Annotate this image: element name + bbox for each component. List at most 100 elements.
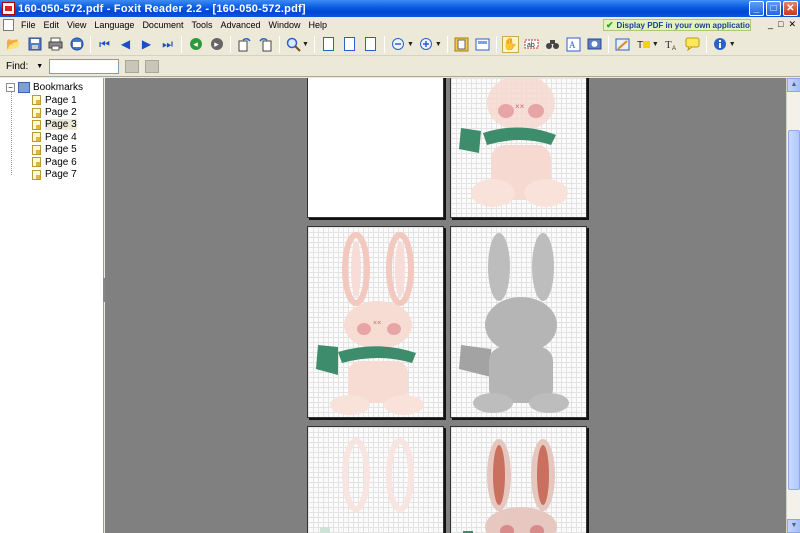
bookmark-page-4[interactable]: Page 4 <box>32 131 77 143</box>
bookmark-page-7[interactable]: Page 7 <box>32 168 77 180</box>
image-tool-icon[interactable] <box>586 36 603 53</box>
note-icon[interactable] <box>684 36 701 53</box>
menu-edit[interactable]: Edit <box>40 20 64 30</box>
info-dropdown-icon[interactable]: ▼ <box>729 41 736 48</box>
toolbar-separator <box>607 35 609 53</box>
maximize-button[interactable]: □ <box>766 1 781 16</box>
highlighter-dropdown-icon[interactable]: ▼ <box>652 41 659 48</box>
document-window-controls: _ □ ✕ <box>768 19 796 30</box>
single-page-icon[interactable] <box>453 36 470 53</box>
find-options-dropdown-icon[interactable]: ▼ <box>36 63 43 70</box>
zoom-out-icon[interactable] <box>390 36 407 53</box>
find-label: Find: <box>6 61 29 72</box>
toolbar-separator <box>313 35 315 53</box>
menu-language[interactable]: Language <box>90 20 138 30</box>
pdf-page-grey-bunny <box>450 226 587 418</box>
snapshot-icon[interactable] <box>544 36 561 53</box>
print-icon[interactable] <box>47 36 64 53</box>
find-input[interactable] <box>49 59 120 74</box>
pencil-icon[interactable] <box>614 36 631 53</box>
next-page-icon[interactable]: ▶ <box>138 36 155 53</box>
bookmark-label: Page 3 <box>45 119 77 131</box>
email-icon[interactable] <box>68 36 85 53</box>
scroll-thumb[interactable] <box>788 130 800 490</box>
menu-bar: File Edit View Language Document Tools A… <box>0 17 800 33</box>
pdf-page-pink-bunny: ×× <box>307 226 444 418</box>
bookmark-label: Page 2 <box>45 107 77 119</box>
zoom-out-dropdown-icon[interactable]: ▼ <box>407 41 414 48</box>
highlighter-icon[interactable]: T <box>635 36 652 53</box>
last-page-icon[interactable]: ⏭ <box>159 36 176 53</box>
ad-banner[interactable]: ✔ Display PDF in your own applications <box>603 19 751 31</box>
bookmarks-panel: − Bookmarks Page 1 Page 2 Page 3 Page 4 … <box>0 78 104 533</box>
bookmark-page-icon <box>32 119 41 130</box>
document-viewer[interactable]: ×× ×× <box>105 78 786 533</box>
svg-text:A: A <box>672 46 676 51</box>
bookmark-page-icon <box>32 95 41 106</box>
minimize-button[interactable]: _ <box>749 1 764 16</box>
main-toolbar: 📂 ⏮ ◀ ▶ ⏭ ◂ ▸ ▼ ▼ ▼ ✋ ab A T ▼ TA ▼ <box>0 33 800 56</box>
menu-view[interactable]: View <box>63 20 90 30</box>
zoom-icon[interactable] <box>285 36 302 53</box>
close-button[interactable]: ✕ <box>783 1 798 16</box>
bookmark-page-icon <box>32 157 41 168</box>
info-icon[interactable] <box>712 36 729 53</box>
doc-close-button[interactable]: ✕ <box>788 19 796 30</box>
find-previous-button[interactable] <box>125 60 140 73</box>
fit-width-icon[interactable] <box>362 36 379 53</box>
hand-tool-icon[interactable]: ✋ <box>501 35 519 53</box>
first-page-icon[interactable]: ⏮ <box>96 36 113 53</box>
select-text-icon[interactable]: ab <box>523 36 540 53</box>
go-back-icon[interactable]: ◂ <box>187 36 204 53</box>
bookmark-page-1[interactable]: Page 1 <box>32 94 77 106</box>
vertical-scrollbar[interactable]: ▲ ▼ <box>786 78 800 533</box>
find-icon[interactable]: A <box>565 36 582 53</box>
previous-page-icon[interactable]: ◀ <box>117 36 134 53</box>
bookmark-page-icon <box>32 107 41 118</box>
rotate-right-icon[interactable] <box>257 36 274 53</box>
pdf-page-pink-bunny-top: ×× <box>450 78 587 218</box>
menu-help[interactable]: Help <box>305 20 332 30</box>
zoom-dropdown-icon[interactable]: ▼ <box>302 41 309 48</box>
bookmark-label: Page 7 <box>45 169 77 181</box>
continuous-icon[interactable] <box>474 36 491 53</box>
bookmarks-root[interactable]: − Bookmarks <box>6 82 83 93</box>
open-icon[interactable]: 📂 <box>5 36 22 53</box>
zoom-in-dropdown-icon[interactable]: ▼ <box>435 41 442 48</box>
bookmark-page-5[interactable]: Page 5 <box>32 144 77 156</box>
menu-window[interactable]: Window <box>265 20 305 30</box>
collapse-toggle-icon[interactable]: − <box>6 83 15 92</box>
tree-connector-line <box>11 91 12 175</box>
pdf-page-blank <box>307 78 444 218</box>
save-icon[interactable] <box>26 36 43 53</box>
doc-restore-button[interactable]: □ <box>778 19 783 30</box>
bookmark-page-icon <box>32 132 41 143</box>
find-next-button[interactable] <box>145 60 160 73</box>
zoom-in-icon[interactable] <box>418 36 435 53</box>
menu-document[interactable]: Document <box>138 20 187 30</box>
doc-minimize-button[interactable]: _ <box>768 19 773 30</box>
rotate-left-icon[interactable] <box>236 36 253 53</box>
bookmark-page-icon <box>32 169 41 180</box>
bookmark-page-3[interactable]: Page 3 <box>32 119 77 131</box>
pdf-page-red-bunny <box>450 426 587 533</box>
go-forward-icon[interactable]: ▸ <box>208 36 225 53</box>
toolbar-separator <box>495 35 497 53</box>
bookmark-page-6[interactable]: Page 6 <box>32 156 77 168</box>
scroll-down-button[interactable]: ▼ <box>787 519 800 533</box>
toolbar-separator <box>383 35 385 53</box>
scroll-up-button[interactable]: ▲ <box>787 78 800 92</box>
menu-tools[interactable]: Tools <box>187 20 216 30</box>
menu-file[interactable]: File <box>17 20 40 30</box>
bookmark-label: Page 4 <box>45 131 77 143</box>
fit-page-icon[interactable] <box>341 36 358 53</box>
window-title: 160-050-572.pdf - Foxit Reader 2.2 - [16… <box>18 2 306 15</box>
menu-advanced[interactable]: Advanced <box>216 20 264 30</box>
bookmark-label: Page 5 <box>45 144 77 156</box>
svg-text:T: T <box>637 40 643 51</box>
typewriter-icon[interactable]: TA <box>663 36 680 53</box>
bookmark-page-icon <box>32 144 41 155</box>
svg-text:××: ×× <box>373 320 381 327</box>
bookmark-page-2[interactable]: Page 2 <box>32 106 77 118</box>
actual-size-icon[interactable] <box>320 36 337 53</box>
